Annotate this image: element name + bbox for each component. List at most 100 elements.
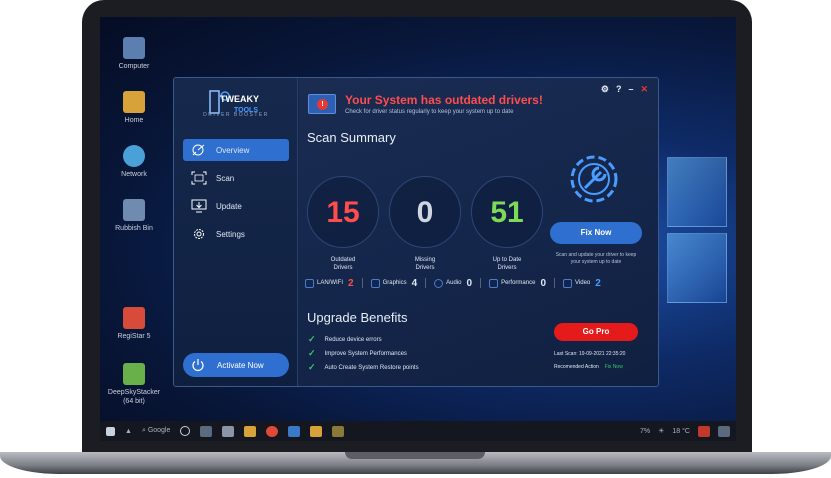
settings-gear-icon bbox=[194, 229, 204, 239]
tray-percent: 7% bbox=[640, 427, 651, 435]
performance-icon bbox=[489, 278, 499, 288]
category-performance[interactable]: Performance 0 bbox=[489, 278, 546, 289]
store-icon[interactable] bbox=[222, 425, 235, 437]
go-pro-button[interactable]: Go Pro bbox=[554, 323, 638, 341]
file-explorer-icon[interactable] bbox=[244, 425, 257, 437]
desktop-icon-rubbish-bin[interactable]: Rubbish Bin bbox=[102, 199, 166, 233]
help-icon[interactable]: ? bbox=[616, 84, 622, 95]
network-app-icon[interactable] bbox=[310, 425, 323, 437]
outdated-drivers-label: Outdated Drivers bbox=[330, 257, 356, 271]
desktop-icon-registar[interactable]: RegiStar 5 bbox=[102, 307, 166, 341]
tray-temperature: 18 °C bbox=[672, 427, 690, 435]
category-lan-wifi[interactable]: LAN/WIFI 2 bbox=[305, 278, 354, 289]
up-to-date-drivers-label: Up to Date Drivers bbox=[492, 257, 522, 271]
fix-now-note: Scan and update your driver to keep your … bbox=[555, 252, 637, 265]
upgrade-benefits-title: Upgrade Benefits bbox=[307, 310, 408, 325]
rubbish-bin-icon bbox=[123, 199, 145, 221]
desktop-icon-computer[interactable]: Computer bbox=[102, 37, 166, 71]
nav-settings[interactable]: Settings bbox=[183, 223, 289, 245]
up-to-date-drivers-count: 51 bbox=[471, 176, 543, 248]
desktop-icon-label: Rubbish Bin bbox=[115, 225, 153, 232]
computer-icon bbox=[123, 37, 145, 59]
monitor-alert-icon: ! bbox=[308, 94, 336, 114]
network-globe-icon bbox=[123, 145, 145, 167]
chevron-up-icon[interactable]: ▲ bbox=[125, 428, 132, 435]
benefit-item: ✓ Reduce device errors bbox=[308, 334, 382, 344]
desktop-icon-network[interactable]: Network bbox=[102, 145, 166, 179]
nav-overview[interactable]: Overview bbox=[183, 139, 289, 161]
graphics-icon bbox=[370, 278, 380, 288]
cortana-icon[interactable] bbox=[180, 426, 191, 436]
tray-red-icon[interactable] bbox=[698, 425, 710, 437]
close-icon[interactable]: ✕ bbox=[640, 84, 648, 95]
settings-icon[interactable]: ⚙ bbox=[601, 84, 609, 95]
wifi-icon bbox=[305, 278, 314, 288]
home-folder-icon bbox=[123, 91, 145, 113]
system-tray: 7% ☀ 18 °C bbox=[640, 425, 730, 437]
nav-scan[interactable]: Scan bbox=[183, 167, 289, 189]
desktop-icon-label: Home bbox=[124, 117, 144, 124]
taskbar: ▲ ⌕ Google 7% ☀ 18 °C bbox=[100, 421, 736, 441]
missing-drivers-count: 0 bbox=[389, 176, 461, 248]
sidebar: TWEAKY TOOLS DRIVER BOOSTER Overview Sca… bbox=[174, 78, 298, 386]
benefit-item: ✓ Improve System Performances bbox=[308, 348, 407, 358]
task-view-icon[interactable] bbox=[200, 425, 213, 437]
desktop-icon-label: DeepSkyStacker (64 bit) bbox=[107, 389, 161, 405]
recommended-action: Recomended Action Fix Now bbox=[554, 364, 623, 370]
taskbar-search[interactable]: ⌕ Google bbox=[142, 427, 170, 435]
nav-label: Update bbox=[216, 201, 242, 211]
scan-summary-title: Scan Summary bbox=[307, 130, 396, 145]
overview-icon bbox=[192, 144, 205, 156]
activate-label: Activate Now bbox=[217, 360, 264, 370]
svg-text:TWEAKY: TWEAKY bbox=[220, 94, 259, 104]
weather-sun-icon: ☀ bbox=[658, 428, 665, 435]
driver-categories: LAN/WIFI 2 Graphics 4 Audio 0 Performance 0 … bbox=[305, 275, 651, 291]
nav-label: Scan bbox=[216, 173, 235, 183]
video-icon bbox=[563, 278, 572, 288]
windows-logo-glow bbox=[655, 147, 736, 337]
nav-update[interactable]: Update bbox=[183, 195, 289, 217]
minimize-icon[interactable]: – bbox=[628, 84, 633, 95]
desktop-icon-home[interactable]: Home bbox=[102, 91, 166, 125]
app-icon[interactable] bbox=[288, 425, 301, 437]
desktop-icon-label: Network bbox=[121, 171, 147, 178]
desktop-icon-label: Computer bbox=[118, 63, 150, 70]
start-icon[interactable] bbox=[106, 426, 115, 436]
last-scan-text: Last Scan: 19-09-2021 22:35:20 bbox=[554, 351, 626, 357]
window-controls: ⚙ ? – ✕ bbox=[601, 84, 648, 95]
category-graphics[interactable]: Graphics 4 bbox=[370, 278, 417, 289]
recommended-fix-now-link[interactable]: Fix Now bbox=[605, 364, 623, 370]
app-icon-2[interactable] bbox=[332, 425, 345, 437]
registar-icon bbox=[123, 307, 145, 329]
category-video[interactable]: Video 2 bbox=[563, 278, 601, 289]
desktop-icon-deepskystacker[interactable]: DeepSkyStacker (64 bit) bbox=[102, 363, 166, 406]
check-icon: ✓ bbox=[308, 362, 316, 372]
category-audio[interactable]: Audio 0 bbox=[434, 278, 472, 289]
alert-title: Your System has outdated drivers! bbox=[345, 93, 543, 107]
check-icon: ✓ bbox=[308, 334, 316, 344]
missing-drivers-label: Missing Drivers bbox=[414, 257, 436, 271]
audio-icon bbox=[434, 278, 444, 288]
nav-label: Overview bbox=[216, 145, 250, 155]
desktop-icon-label: RegiStar 5 bbox=[117, 333, 151, 340]
alert-subtitle: Check for driver status regularly to kee… bbox=[345, 109, 514, 115]
activate-now-button[interactable]: Activate Now bbox=[183, 353, 289, 377]
power-icon bbox=[192, 359, 204, 372]
outdated-drivers-count: 15 bbox=[307, 176, 379, 248]
driver-booster-window: TWEAKY TOOLS DRIVER BOOSTER Overview Sca… bbox=[173, 77, 659, 387]
check-icon: ✓ bbox=[308, 348, 316, 358]
logo-caption: DRIVER BOOSTER bbox=[203, 112, 269, 118]
nav-label: Settings bbox=[216, 229, 245, 239]
chrome-icon[interactable] bbox=[266, 425, 279, 437]
tweaky-tools-logo: TWEAKY TOOLS bbox=[209, 90, 259, 114]
deepskystacker-icon bbox=[123, 363, 145, 385]
desktop-screen: Computer Home Network Rubbish Bin RegiSt… bbox=[100, 17, 736, 441]
update-icon bbox=[191, 199, 207, 213]
laptop-frame: Computer Home Network Rubbish Bin RegiSt… bbox=[0, 0, 831, 478]
benefit-item: ✓ Auto Create System Restore points bbox=[308, 362, 419, 372]
laptop-notch bbox=[345, 452, 485, 459]
fix-now-button[interactable]: Fix Now bbox=[550, 222, 642, 244]
scan-icon bbox=[191, 171, 207, 185]
main-panel: ⚙ ? – ✕ ! Your System has outdated drive… bbox=[299, 78, 658, 386]
notifications-icon[interactable] bbox=[718, 425, 730, 437]
